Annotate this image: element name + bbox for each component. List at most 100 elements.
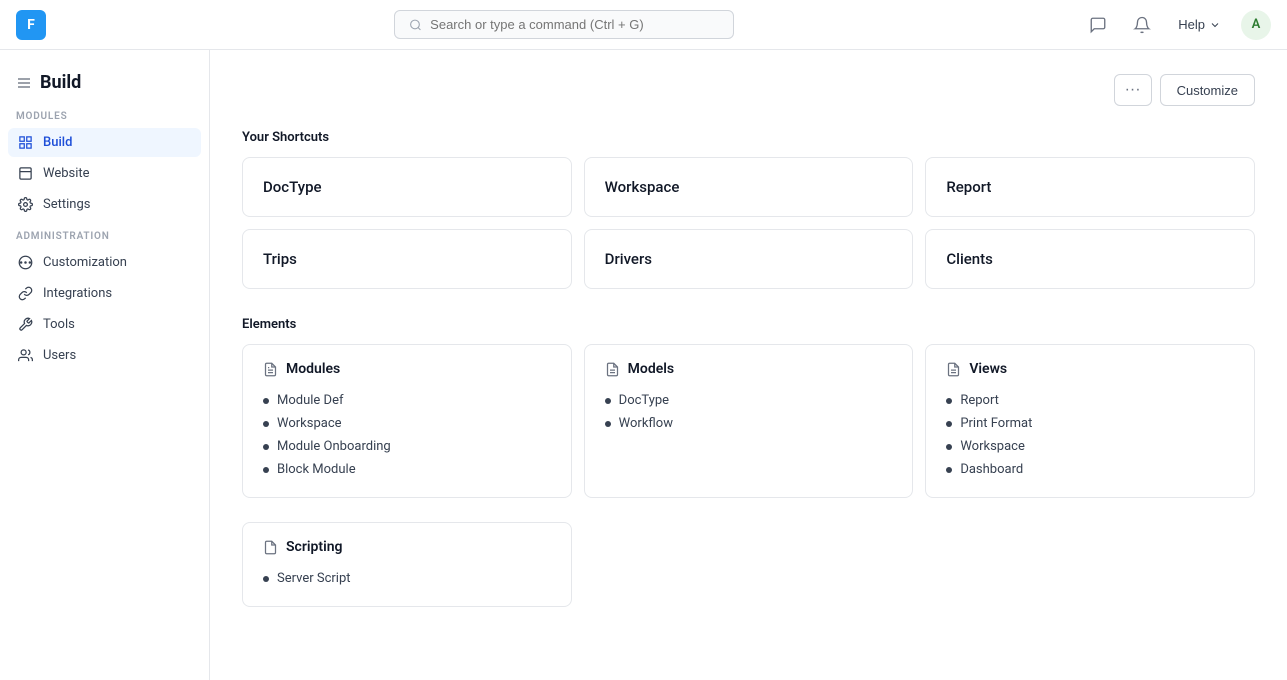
page-actions: ··· Customize xyxy=(1114,74,1255,106)
document-icon xyxy=(263,362,278,377)
modules-card-title: Modules xyxy=(286,361,340,377)
elements-grid: Modules Module Def Workspace Module Onbo… xyxy=(242,344,1255,498)
help-button[interactable]: Help xyxy=(1170,13,1229,36)
tools-icon xyxy=(18,317,33,332)
bullet-icon xyxy=(263,467,269,473)
sidebar-item-settings[interactable]: Settings xyxy=(8,190,201,219)
bullet-icon xyxy=(263,576,269,582)
list-item-workspace-view[interactable]: Workspace xyxy=(946,435,1234,458)
sidebar-label-build: Build xyxy=(43,135,72,150)
settings-icon xyxy=(18,197,33,212)
app-logo[interactable]: F xyxy=(16,10,46,40)
topnav: F Help A xyxy=(0,0,1287,50)
document-icon xyxy=(605,362,620,377)
bullet-icon xyxy=(946,398,952,404)
list-item-report[interactable]: Report xyxy=(946,389,1234,412)
sidebar-label-website: Website xyxy=(43,166,90,181)
list-item-dashboard[interactable]: Dashboard xyxy=(946,458,1234,481)
sidebar: Build MODULES Build Website Settings ADM… xyxy=(0,50,210,680)
bullet-icon xyxy=(263,421,269,427)
avatar[interactable]: A xyxy=(1241,10,1271,40)
list-item-module-def[interactable]: Module Def xyxy=(263,389,551,412)
sidebar-item-tools[interactable]: Tools xyxy=(8,310,201,339)
page-title-sidebar: Build xyxy=(40,72,81,93)
document-icon xyxy=(946,362,961,377)
element-card-models: Models DocType Workflow xyxy=(584,344,914,498)
chat-button[interactable] xyxy=(1082,9,1114,41)
document-icon xyxy=(263,540,278,555)
element-card-header-scripting: Scripting xyxy=(263,539,551,555)
scripting-row: Scripting Server Script xyxy=(242,510,1255,607)
list-item-print-format[interactable]: Print Format xyxy=(946,412,1234,435)
users-icon xyxy=(18,348,33,363)
customization-icon xyxy=(18,255,33,270)
sidebar-item-customization[interactable]: Customization xyxy=(8,248,201,277)
models-list: DocType Workflow xyxy=(605,389,893,435)
modules-section-label: MODULES xyxy=(8,111,201,128)
sidebar-item-website[interactable]: Website xyxy=(8,159,201,188)
shortcuts-section-label: Your Shortcuts xyxy=(242,130,1255,145)
scripting-card-title: Scripting xyxy=(286,539,343,555)
sidebar-label-settings: Settings xyxy=(43,197,90,212)
shortcut-workspace[interactable]: Workspace xyxy=(584,157,914,217)
topnav-left: F xyxy=(16,10,46,40)
bullet-icon xyxy=(946,421,952,427)
element-card-scripting: Scripting Server Script xyxy=(242,522,572,607)
list-item-doctype[interactable]: DocType xyxy=(605,389,893,412)
shortcuts-grid: DocType Workspace Report Trips Drivers C… xyxy=(242,157,1255,289)
sidebar-label-tools: Tools xyxy=(43,317,75,332)
list-item-workflow[interactable]: Workflow xyxy=(605,412,893,435)
more-options-button[interactable]: ··· xyxy=(1114,74,1152,106)
element-card-header-models: Models xyxy=(605,361,893,377)
element-card-header-modules: Modules xyxy=(263,361,551,377)
elements-section-label: Elements xyxy=(242,317,1255,332)
element-card-views: Views Report Print Format Workspace Dash… xyxy=(925,344,1255,498)
shortcut-doctype[interactable]: DocType xyxy=(242,157,572,217)
topnav-right: Help A xyxy=(1082,9,1271,41)
element-card-header-views: Views xyxy=(946,361,1234,377)
hamburger-icon[interactable] xyxy=(16,75,32,91)
shortcut-report[interactable]: Report xyxy=(925,157,1255,217)
search-bar[interactable] xyxy=(394,10,734,39)
chat-icon xyxy=(1089,16,1107,34)
shortcut-drivers[interactable]: Drivers xyxy=(584,229,914,289)
main-content: ··· Customize Your Shortcuts DocType Wor… xyxy=(210,50,1287,680)
layout: Build MODULES Build Website Settings ADM… xyxy=(0,50,1287,680)
shortcut-clients[interactable]: Clients xyxy=(925,229,1255,289)
views-list: Report Print Format Workspace Dashboard xyxy=(946,389,1234,481)
sidebar-item-users[interactable]: Users xyxy=(8,341,201,370)
shortcut-trips[interactable]: Trips xyxy=(242,229,572,289)
sidebar-item-build[interactable]: Build xyxy=(8,128,201,157)
sidebar-label-customization: Customization xyxy=(43,255,127,270)
bullet-icon xyxy=(605,421,611,427)
sidebar-item-integrations[interactable]: Integrations xyxy=(8,279,201,308)
build-icon xyxy=(18,135,33,150)
bullet-icon xyxy=(946,467,952,473)
list-item-server-script[interactable]: Server Script xyxy=(263,567,551,590)
notifications-button[interactable] xyxy=(1126,9,1158,41)
list-item-block-module[interactable]: Block Module xyxy=(263,458,551,481)
sidebar-label-users: Users xyxy=(43,348,76,363)
website-icon xyxy=(18,166,33,181)
bullet-icon xyxy=(263,444,269,450)
list-item-workspace[interactable]: Workspace xyxy=(263,412,551,435)
help-label: Help xyxy=(1178,17,1205,32)
bullet-icon xyxy=(605,398,611,404)
views-card-title: Views xyxy=(969,361,1007,377)
sidebar-label-integrations: Integrations xyxy=(43,286,112,301)
page-header: ··· Customize xyxy=(242,74,1255,106)
search-icon xyxy=(409,18,422,32)
customize-button[interactable]: Customize xyxy=(1160,74,1255,106)
models-card-title: Models xyxy=(628,361,674,377)
list-item-module-onboarding[interactable]: Module Onboarding xyxy=(263,435,551,458)
search-input[interactable] xyxy=(430,17,719,32)
chevron-down-icon xyxy=(1209,19,1221,31)
bell-icon xyxy=(1133,16,1151,34)
element-card-modules: Modules Module Def Workspace Module Onbo… xyxy=(242,344,572,498)
bullet-icon xyxy=(946,444,952,450)
modules-list: Module Def Workspace Module Onboarding B… xyxy=(263,389,551,481)
scripting-list: Server Script xyxy=(263,567,551,590)
bullet-icon xyxy=(263,398,269,404)
integrations-icon xyxy=(18,286,33,301)
administration-section-label: ADMINISTRATION xyxy=(8,231,201,248)
